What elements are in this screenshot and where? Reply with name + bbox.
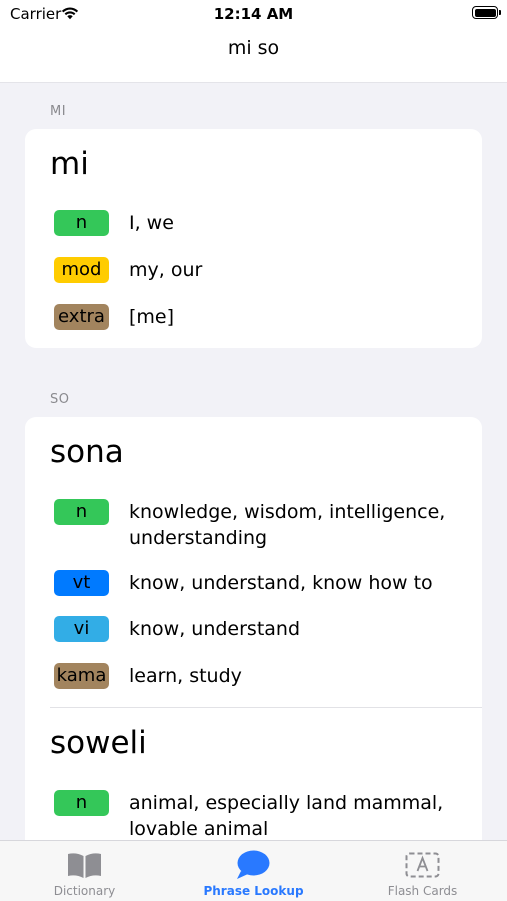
- definition-text: animal, especially land mammal, lovable …: [129, 792, 444, 840]
- definition-text: my, our: [129, 259, 203, 281]
- part-of-speech-badge: vi: [54, 616, 109, 642]
- tab-label: Phrase Lookup: [203, 884, 304, 898]
- entry-divider: [50, 707, 482, 708]
- tab-flash-cards[interactable]: Flash Cards: [338, 841, 507, 901]
- definition-text: [me]: [129, 306, 175, 328]
- tab-bar: Dictionary Phrase Lookup Flash Cards: [0, 840, 507, 901]
- part-of-speech-badge: kama: [54, 663, 109, 689]
- tab-dictionary[interactable]: Dictionary: [0, 841, 169, 901]
- word-card-mi[interactable]: mi n I, we mod my, our extra [me]: [25, 129, 482, 348]
- battery-icon: [472, 6, 501, 19]
- page-title: mi so: [227, 37, 280, 59]
- word-title: mi: [50, 146, 89, 182]
- flash-card-icon: [338, 849, 507, 881]
- section-header-mi: MI: [50, 104, 67, 119]
- word-title: sona: [50, 434, 124, 470]
- word-card-so[interactable]: sona n knowledge, wisdom, intelligence, …: [25, 417, 482, 847]
- definition-text: know, understand, know how to: [129, 572, 433, 594]
- tab-phrase-lookup[interactable]: Phrase Lookup: [169, 841, 338, 901]
- part-of-speech-badge: vt: [54, 570, 109, 596]
- part-of-speech-badge: n: [54, 499, 109, 525]
- definition-text: I, we: [129, 212, 174, 234]
- part-of-speech-badge: extra: [54, 304, 109, 330]
- word-title: soweli: [50, 725, 147, 761]
- part-of-speech-badge: mod: [54, 257, 109, 283]
- section-header-so: SO: [50, 392, 70, 407]
- navigation-bar: Carrier 12:14 AM mi so: [0, 0, 507, 83]
- status-bar: Carrier 12:14 AM: [0, 0, 507, 30]
- part-of-speech-badge: n: [54, 210, 109, 236]
- tab-label: Dictionary: [53, 884, 116, 898]
- speech-bubble-icon: [169, 849, 338, 881]
- book-icon: [0, 849, 169, 881]
- definition-text: know, understand: [129, 618, 301, 640]
- definition-text: knowledge, wisdom, intelligence, underst…: [129, 501, 446, 549]
- tab-label: Flash Cards: [387, 884, 458, 898]
- clock: 12:14 AM: [213, 5, 294, 23]
- part-of-speech-badge: n: [54, 790, 109, 816]
- definition-text: learn, study: [129, 665, 242, 687]
